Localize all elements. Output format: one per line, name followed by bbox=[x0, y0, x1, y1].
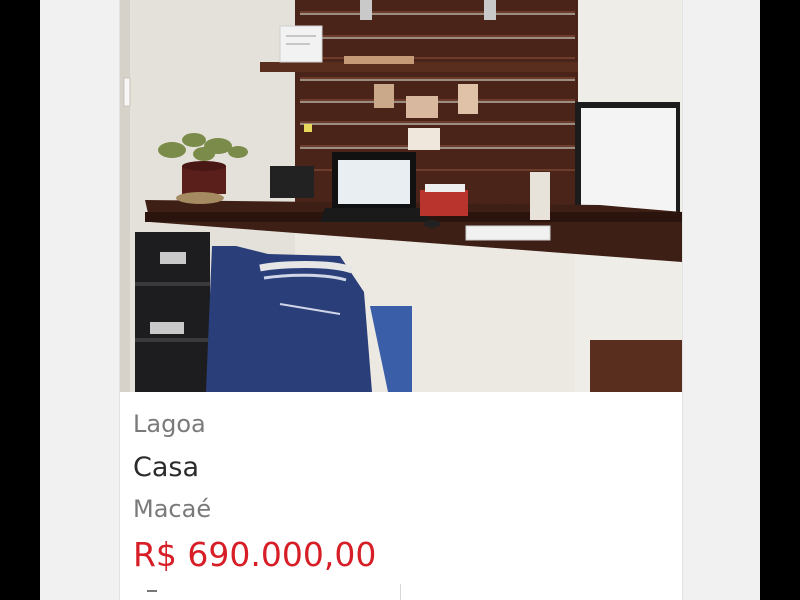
listing-city: Macaé bbox=[133, 495, 212, 523]
letterbox-right bbox=[760, 0, 800, 600]
property-photo[interactable] bbox=[120, 0, 682, 392]
features-divider bbox=[400, 584, 401, 600]
listing-price: R$ 690.000,00 bbox=[133, 535, 377, 574]
listing-neighborhood: Lagoa bbox=[133, 410, 206, 438]
letterbox-left bbox=[0, 0, 40, 600]
feature-icon bbox=[147, 590, 157, 592]
listing-card[interactable]: Lagoa Casa Macaé R$ 690.000,00 bbox=[119, 0, 683, 600]
listing-property-type: Casa bbox=[133, 452, 200, 483]
